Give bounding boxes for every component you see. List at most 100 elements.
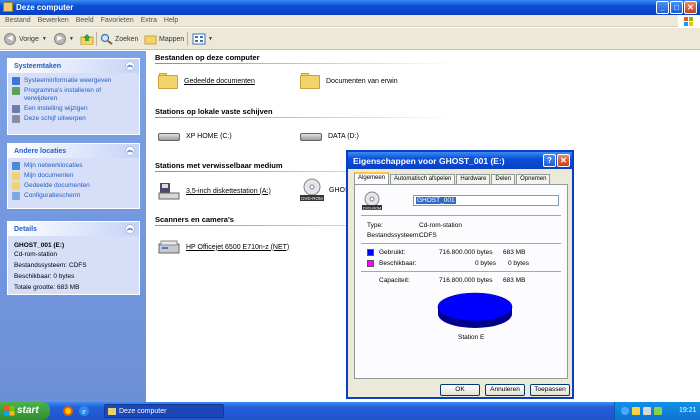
dialog-close-button[interactable]: ✕ xyxy=(557,154,570,167)
place-control-panel[interactable]: Configuratiescherm xyxy=(8,191,139,201)
close-button[interactable]: ✕ xyxy=(684,1,697,14)
update-tray-icon[interactable] xyxy=(654,407,662,415)
details-type: Cd-rom-station xyxy=(14,251,57,258)
disk-usage-pie xyxy=(437,292,513,328)
details-header[interactable]: Details ︽ xyxy=(8,222,139,236)
network-tray-icon[interactable] xyxy=(621,407,629,415)
taskbar-window-button[interactable]: Deze computer xyxy=(104,404,224,418)
volume-tray-icon[interactable] xyxy=(643,407,651,415)
tab-hardware[interactable]: Hardware xyxy=(456,174,491,184)
tab-algemeen[interactable]: Algemeen xyxy=(354,172,390,184)
other-places-header[interactable]: Andere locaties ︽ xyxy=(8,144,139,158)
menu-help[interactable]: Help xyxy=(164,17,178,24)
programs-icon xyxy=(12,87,20,95)
capacity-mb: 683 MB xyxy=(503,277,526,284)
task-add-remove-programs[interactable]: Programma's installeren of verwijderen xyxy=(8,86,139,104)
dialog-titlebar[interactable]: Eigenschappen voor GHOST_001 (E:) ? ✕ xyxy=(348,152,572,169)
details-box: Details ︽ GHOST_001 (E:) Cd-rom-station … xyxy=(7,221,140,295)
folder-icon xyxy=(12,172,20,180)
window-titlebar[interactable]: Deze computer _ □ ✕ xyxy=(0,0,700,15)
menu-bewerken[interactable]: Bewerken xyxy=(38,17,69,24)
item-hp-officejet[interactable]: HP Officejet 6500 E710n-z (NET) xyxy=(158,239,289,255)
group-files: Bestanden op deze computer xyxy=(155,53,695,64)
free-mb: 0 bytes xyxy=(508,260,529,267)
task-pane: Systeemtaken ︽ Systeeminformatie weergev… xyxy=(0,51,146,402)
network-icon xyxy=(12,162,20,170)
control-panel-icon xyxy=(12,192,20,200)
eject-icon xyxy=(12,115,20,123)
menu-favorieten[interactable]: Favorieten xyxy=(101,17,134,24)
details-total: Totale grootte: 683 MB xyxy=(14,284,80,291)
details-filesystem: Bestandssysteem: CDFS xyxy=(14,262,87,269)
item-drive-c[interactable]: XP HOME (C:) xyxy=(158,130,232,142)
folder-icon xyxy=(12,182,20,190)
place-shared-documents[interactable]: Gedeelde documenten xyxy=(8,181,139,191)
menu-beeld[interactable]: Beeld xyxy=(76,17,94,24)
taskbar: start e Deze computer 19:21 xyxy=(0,402,700,420)
other-places-box: Andere locaties ︽ Mijn netwerklocaties M… xyxy=(7,143,140,209)
help-button[interactable]: ? xyxy=(543,154,556,167)
system-tasks-header[interactable]: Systeemtaken ︽ xyxy=(8,59,139,73)
firefox-icon[interactable] xyxy=(62,405,74,417)
search-button[interactable]: Zoeken xyxy=(100,32,138,46)
minimize-button[interactable]: _ xyxy=(656,1,669,14)
task-change-setting[interactable]: Een instelling wijzigen xyxy=(8,104,139,114)
used-color-swatch xyxy=(367,249,374,256)
toolbar: ◀ Vorige ▼ ▶ ▼ Zoeken Mappen ▼ xyxy=(0,28,700,50)
filesystem-value: CDFS xyxy=(419,232,437,239)
menu-extra[interactable]: Extra xyxy=(141,17,157,24)
maximize-button[interactable]: □ xyxy=(670,1,683,14)
back-button[interactable]: ◀ Vorige ▼ xyxy=(4,32,47,46)
place-network[interactable]: Mijn netwerklocaties xyxy=(8,161,139,171)
window-title: Deze computer xyxy=(16,3,74,12)
up-folder-button[interactable] xyxy=(80,32,94,46)
search-icon xyxy=(100,33,113,45)
used-label: Gebruikt: xyxy=(379,249,406,256)
views-icon xyxy=(192,33,206,45)
item-floppy-a[interactable]: 3,5-inch diskettestation (A:) xyxy=(158,182,271,200)
dvd-drive-icon: DVD-ROM xyxy=(362,191,382,210)
windows-logo xyxy=(678,15,700,27)
cancel-button[interactable]: Annuleren xyxy=(485,384,525,396)
menu-bestand[interactable]: Bestand xyxy=(5,17,31,24)
tab-opnemen[interactable]: Opnemen xyxy=(516,174,551,184)
menu-bar: Bestand Bewerken Beeld Favorieten Extra … xyxy=(0,15,700,27)
drive-name-selected: GHOST_001 xyxy=(416,197,456,204)
group-fixed-drives: Stations op lokale vaste schijven xyxy=(155,107,695,118)
chevron-up-icon[interactable]: ︽ xyxy=(125,146,135,156)
floppy-drive-icon xyxy=(158,183,180,200)
chevron-up-icon[interactable]: ︽ xyxy=(125,224,135,234)
scanner-icon xyxy=(158,240,180,254)
folders-button[interactable]: Mappen xyxy=(144,32,184,46)
task-system-info[interactable]: Systeeminformatie weergeven xyxy=(8,76,139,86)
security-tray-icon[interactable] xyxy=(632,407,640,415)
chevron-up-icon[interactable]: ︽ xyxy=(125,61,135,71)
item-drive-d[interactable]: DATA (D:) xyxy=(300,130,359,142)
forward-button[interactable]: ▶ ▼ xyxy=(54,32,74,46)
ie-icon[interactable]: e xyxy=(78,405,90,417)
item-documents-erwin[interactable]: Documenten van erwin xyxy=(300,73,398,89)
type-label: Type: xyxy=(367,222,383,229)
free-color-swatch xyxy=(367,260,374,267)
tab-delen[interactable]: Delen xyxy=(491,174,516,184)
hard-drive-icon xyxy=(300,130,322,142)
ok-button[interactable]: OK xyxy=(440,384,480,396)
dialog-tabs: Algemeen Automatisch afspelen Hardware D… xyxy=(354,172,551,184)
views-button[interactable]: ▼ xyxy=(192,32,213,46)
tab-autoplay[interactable]: Automatisch afspelen xyxy=(390,174,456,184)
folder-icon xyxy=(300,73,320,89)
info-icon xyxy=(12,77,20,85)
station-label: Station E xyxy=(458,334,485,341)
properties-dialog: Eigenschappen voor GHOST_001 (E:) ? ✕ Al… xyxy=(346,150,574,399)
dvd-icon-label: DVD-ROM xyxy=(363,206,381,210)
svg-text:DVD-ROM: DVD-ROM xyxy=(301,196,323,201)
apply-button[interactable]: Toepassen xyxy=(530,384,570,396)
folder-icon xyxy=(158,73,178,89)
place-my-documents[interactable]: Mijn documenten xyxy=(8,171,139,181)
task-eject-disk[interactable]: Deze schijf uitwerpen xyxy=(8,114,139,124)
system-tray: 19:21 xyxy=(614,402,700,420)
computer-icon xyxy=(108,408,116,415)
start-button[interactable]: start xyxy=(0,402,50,420)
item-shared-documents[interactable]: Gedeelde documenten xyxy=(158,73,255,89)
used-mb: 683 MB xyxy=(503,249,526,256)
